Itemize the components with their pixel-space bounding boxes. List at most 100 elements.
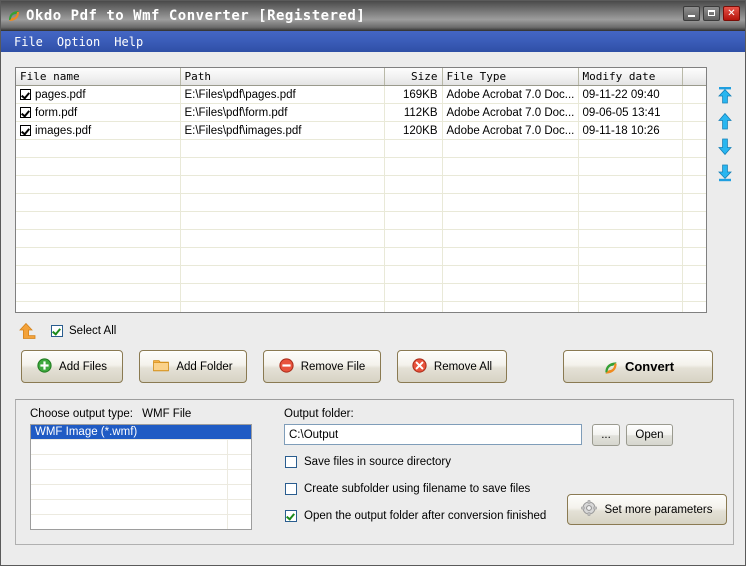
move-up-orange-icon[interactable] (15, 322, 37, 340)
delete-circle-icon (412, 358, 427, 376)
convert-button[interactable]: Convert (563, 350, 713, 383)
empty-cell (578, 230, 682, 248)
column-header-file-name[interactable]: File name (16, 68, 180, 86)
output-folder-input[interactable] (284, 424, 582, 445)
empty-cell (682, 194, 706, 212)
empty-cell (682, 248, 706, 266)
empty-row[interactable] (16, 302, 706, 314)
row-checkbox[interactable] (20, 89, 31, 100)
save-in-source-directory-label: Save files in source directory (304, 456, 451, 468)
column-header-size[interactable]: Size (384, 68, 442, 86)
open-folder-button[interactable]: Open (626, 424, 673, 446)
empty-cell (442, 302, 578, 314)
empty-cell (16, 266, 180, 284)
output-type-empty-row (31, 455, 251, 470)
cell-size: 112KB (384, 104, 442, 122)
move-up-button[interactable] (715, 111, 735, 131)
empty-row[interactable] (16, 176, 706, 194)
empty-row[interactable] (16, 266, 706, 284)
save-in-source-directory-checkbox[interactable] (285, 456, 297, 468)
column-header-path[interactable]: Path (180, 68, 384, 86)
add-files-label: Add Files (59, 361, 107, 373)
empty-cell (442, 212, 578, 230)
add-folder-button[interactable]: Add Folder (139, 350, 247, 383)
empty-row[interactable] (16, 248, 706, 266)
create-subfolder-checkbox[interactable] (285, 483, 297, 495)
convert-swoosh-icon (602, 359, 618, 375)
column-header-file-type[interactable]: File Type (442, 68, 578, 86)
empty-row[interactable] (16, 230, 706, 248)
output-folder-label: Output folder: (284, 408, 354, 420)
empty-cell (682, 212, 706, 230)
output-type-empty-row (31, 485, 251, 500)
file-list[interactable]: File name Path Size File Type Modify dat… (15, 67, 707, 313)
empty-row[interactable] (16, 284, 706, 302)
empty-cell (16, 140, 180, 158)
menu-item-file[interactable]: File (7, 33, 50, 51)
empty-row[interactable] (16, 158, 706, 176)
table-row[interactable]: pages.pdfE:\Files\pdf\pages.pdf169KBAdob… (16, 86, 706, 104)
column-header-modify-date[interactable]: Modify date (578, 68, 682, 86)
file-list-body: pages.pdfE:\Files\pdf\pages.pdf169KBAdob… (16, 86, 706, 314)
empty-cell (578, 212, 682, 230)
remove-all-button[interactable]: Remove All (397, 350, 507, 383)
table-row[interactable]: images.pdfE:\Files\pdf\images.pdf120KBAd… (16, 122, 706, 140)
convert-label: Convert (625, 359, 674, 374)
menu-item-option[interactable]: Option (50, 33, 107, 51)
cell-file-name: form.pdf (16, 104, 180, 122)
empty-row[interactable] (16, 212, 706, 230)
open-output-folder-checkbox[interactable] (285, 510, 297, 522)
move-to-top-button[interactable] (715, 85, 735, 105)
empty-cell (384, 230, 442, 248)
empty-cell (16, 212, 180, 230)
maximize-button[interactable] (703, 6, 720, 21)
output-type-empty-row (31, 470, 251, 485)
empty-cell (180, 158, 384, 176)
set-more-parameters-button[interactable]: Set more parameters (567, 494, 727, 525)
empty-row[interactable] (16, 140, 706, 158)
cell-modify-date: 09-06-05 13:41 (578, 104, 682, 122)
select-all-checkbox[interactable] (51, 325, 63, 337)
empty-cell (442, 176, 578, 194)
close-button[interactable]: ✕ (723, 6, 740, 21)
file-name-text: form.pdf (35, 107, 77, 119)
cell-size: 169KB (384, 86, 442, 104)
menu-item-help[interactable]: Help (107, 33, 150, 51)
empty-cell (384, 140, 442, 158)
empty-cell (16, 158, 180, 176)
choose-output-type-value: WMF File (142, 408, 191, 420)
empty-cell (578, 176, 682, 194)
row-checkbox[interactable] (20, 125, 31, 136)
column-header-spacer (682, 68, 706, 86)
row-checkbox[interactable] (20, 107, 31, 118)
empty-cell (16, 176, 180, 194)
cell-modify-date: 09-11-22 09:40 (578, 86, 682, 104)
remove-all-label: Remove All (434, 361, 492, 373)
empty-row[interactable] (16, 194, 706, 212)
cell-size: 120KB (384, 122, 442, 140)
add-folder-label: Add Folder (176, 361, 232, 373)
empty-cell (578, 266, 682, 284)
empty-cell (16, 302, 180, 314)
output-type-listbox[interactable]: WMF Image (*.wmf) (30, 424, 252, 530)
move-down-button[interactable] (715, 137, 735, 157)
output-type-option[interactable]: WMF Image (*.wmf) (31, 425, 251, 440)
table-row[interactable]: form.pdfE:\Files\pdf\form.pdf112KBAdobe … (16, 104, 706, 122)
order-buttons (713, 85, 737, 183)
select-all-row: Select All (15, 321, 116, 341)
remove-file-button[interactable]: Remove File (263, 350, 381, 383)
file-list-header-row: File name Path Size File Type Modify dat… (16, 68, 706, 86)
move-to-bottom-button[interactable] (715, 163, 735, 183)
folder-icon (153, 358, 169, 375)
output-type-options: WMF Image (*.wmf) (31, 425, 251, 529)
empty-cell (384, 248, 442, 266)
create-subfolder-row: Create subfolder using filename to save … (285, 483, 530, 495)
add-files-button[interactable]: Add Files (21, 350, 123, 383)
empty-cell (442, 230, 578, 248)
empty-cell (578, 248, 682, 266)
empty-cell (682, 176, 706, 194)
browse-folder-button[interactable]: ... (592, 424, 620, 446)
minimize-button[interactable] (683, 6, 700, 21)
empty-cell (682, 284, 706, 302)
empty-cell (16, 284, 180, 302)
